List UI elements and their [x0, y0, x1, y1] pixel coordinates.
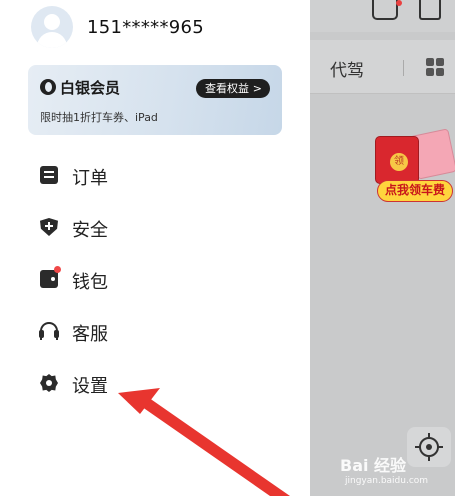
user-phone[interactable]: 151*****965: [87, 17, 204, 38]
menu-item-customer-service[interactable]: 客服: [38, 317, 238, 345]
red-envelope-icon: 领: [375, 136, 419, 184]
menu-item-label: 客服: [72, 324, 108, 345]
headset-icon: [39, 322, 59, 340]
menu-item-label: 钱包: [72, 272, 108, 293]
tab-designated-driver[interactable]: 代驾: [330, 56, 364, 81]
watermark-brand: Bai 经验: [340, 456, 407, 475]
avatar[interactable]: [31, 6, 73, 48]
view-benefits-label: 查看权益: [205, 82, 249, 95]
menu-item-label: 订单: [72, 168, 108, 189]
menu-item-orders[interactable]: 订单: [38, 161, 238, 189]
chevron-right-icon: >: [252, 82, 262, 95]
tab-divider: [403, 60, 404, 76]
grid-menu-icon[interactable]: [426, 58, 444, 76]
view-benefits-button[interactable]: 查看权益 >: [196, 79, 270, 98]
menu-item-label: 设置: [72, 376, 108, 397]
menu-item-security[interactable]: 安全: [38, 213, 238, 241]
service-tabs: 代驾: [310, 40, 455, 94]
member-title: 白银会员: [60, 79, 121, 97]
locate-button[interactable]: [407, 427, 451, 467]
menu-item-label: 安全: [72, 220, 108, 241]
background-top-bar: [310, 0, 455, 32]
shield-icon: [40, 218, 58, 236]
order-icon: [40, 166, 58, 184]
watermark-url: jingyan.baidu.com: [345, 476, 429, 486]
avatar-head: [44, 14, 60, 30]
wallet-badge-dot: [54, 266, 61, 273]
locate-dot: [426, 444, 432, 450]
promo-banner[interactable]: 领 点我领车费: [375, 128, 455, 204]
member-logo-icon: [40, 79, 56, 95]
menu-item-wallet[interactable]: 钱包: [38, 265, 238, 293]
side-drawer: 151*****965 白银会员 查看权益 > 限时抽1折打车券、iPad 订单…: [0, 0, 310, 496]
promo-coin: 领: [390, 153, 408, 171]
member-card[interactable]: 白银会员 查看权益 > 限时抽1折打车券、iPad: [28, 65, 282, 135]
promo-label[interactable]: 点我领车费: [377, 180, 453, 202]
notification-dot: [396, 0, 402, 6]
menu-item-settings[interactable]: 设置: [38, 369, 238, 397]
avatar-body: [37, 32, 67, 48]
gear-icon: [40, 374, 58, 392]
background-app-overlay[interactable]: 代驾: [310, 0, 455, 496]
message-icon[interactable]: [372, 0, 398, 20]
scan-icon[interactable]: [419, 0, 441, 20]
member-subtitle: 限时抽1折打车券、iPad: [40, 111, 158, 124]
